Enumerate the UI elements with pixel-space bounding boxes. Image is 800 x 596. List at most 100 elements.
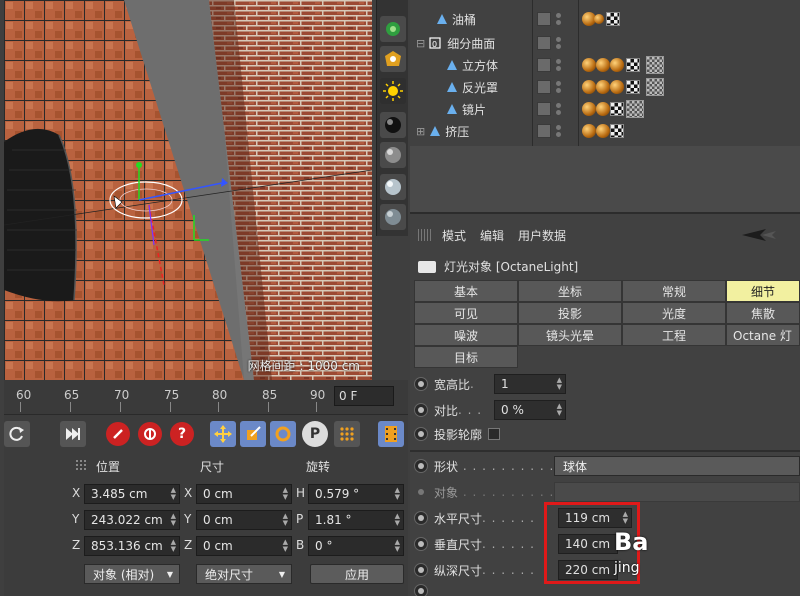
object-row-oil-barrel[interactable]: 油桶 <box>410 8 800 30</box>
tab-photometric[interactable]: 光度 <box>622 302 726 324</box>
menu-user-data[interactable]: 用户数据 <box>518 227 566 244</box>
visibility-dots[interactable] <box>556 35 562 51</box>
layer-toggle[interactable] <box>537 80 551 94</box>
material-tag-icon[interactable] <box>596 124 610 138</box>
film-strip-icon[interactable] <box>378 421 404 447</box>
render-tool-icon[interactable] <box>380 46 406 72</box>
current-frame-field[interactable]: 0 F <box>334 386 394 406</box>
animate-radio-icon[interactable] <box>414 563 428 577</box>
expand-toggle-icon[interactable]: ⊟ <box>416 37 425 50</box>
visibility-dots[interactable] <box>556 79 562 95</box>
texture-tag-icon[interactable] <box>610 124 624 138</box>
rotation-b-field[interactable]: 0 ° ▲ ▼ <box>308 536 404 556</box>
visibility-dots[interactable] <box>556 101 562 117</box>
object-row-extrude[interactable]: ⊞ 挤压 <box>410 120 800 142</box>
texture-tag-icon[interactable] <box>610 102 624 116</box>
material-tag-icon[interactable] <box>594 14 604 24</box>
go-to-end-icon[interactable] <box>60 421 86 447</box>
size-y-field[interactable]: 0 cm ▲ ▼ <box>196 510 292 530</box>
scale-tool-icon[interactable] <box>240 421 266 447</box>
size-x-field[interactable]: 0 cm ▲ ▼ <box>196 484 292 504</box>
texture-tag-icon[interactable] <box>606 12 620 26</box>
animate-radio-icon[interactable] <box>414 511 428 525</box>
sphere-glass-icon[interactable] <box>380 174 406 200</box>
tab-noise[interactable]: 噪波 <box>414 324 518 346</box>
material-tag-icon[interactable] <box>596 102 610 116</box>
apply-button[interactable]: 应用 <box>310 564 404 584</box>
position-x-field[interactable]: 3.485 cm ▲ ▼ <box>84 484 180 504</box>
back-arrow-icon[interactable] <box>740 228 780 242</box>
animate-radio-icon[interactable] <box>414 584 428 596</box>
octane-tool-icon[interactable] <box>380 16 406 42</box>
spinner-icon[interactable]: ▲ ▼ <box>395 513 400 527</box>
sphere-gray-icon[interactable] <box>380 142 406 168</box>
aspect-field[interactable]: 1 ▲ ▼ <box>494 374 566 394</box>
layer-toggle[interactable] <box>537 58 551 72</box>
animate-radio-icon[interactable] <box>414 537 428 551</box>
tab-target[interactable]: 目标 <box>414 346 518 368</box>
layer-toggle[interactable] <box>537 12 551 26</box>
material-tag-icon[interactable] <box>596 80 610 94</box>
object-row-subdivision-surface[interactable]: ⊟ 0 细分曲面 <box>410 32 800 54</box>
material-tag-icon[interactable] <box>582 80 596 94</box>
material-tag-icon[interactable] <box>596 58 610 72</box>
tab-coord[interactable]: 坐标 <box>518 280 622 302</box>
tab-lens-flare[interactable]: 镜头光晕 <box>518 324 622 346</box>
spinner-icon[interactable]: ▲ ▼ <box>283 513 288 527</box>
rotate-tool-icon[interactable] <box>270 421 296 447</box>
animate-radio-icon[interactable] <box>414 377 428 391</box>
texture-tag-icon[interactable] <box>626 58 640 72</box>
menu-mode[interactable]: 模式 <box>442 227 466 244</box>
animate-radio-icon[interactable] <box>414 403 428 417</box>
loop-icon[interactable] <box>4 421 30 447</box>
texture-tag-icon[interactable] <box>646 56 664 74</box>
spinner-icon[interactable]: ▲ ▼ <box>557 403 562 417</box>
texture-tag-icon[interactable] <box>646 78 664 96</box>
record-key-icon[interactable] <box>106 422 130 446</box>
rotation-h-field[interactable]: 0.579 ° ▲ ▼ <box>308 484 404 504</box>
material-tag-icon[interactable] <box>610 58 624 72</box>
material-tag-icon[interactable] <box>582 102 596 116</box>
visibility-dots[interactable] <box>556 123 562 139</box>
object-row-reflector[interactable]: 反光罩 <box>410 76 800 98</box>
layer-toggle[interactable] <box>537 124 551 138</box>
spinner-icon[interactable]: ▲ ▼ <box>395 487 400 501</box>
tab-basic[interactable]: 基本 <box>414 280 518 302</box>
size-z-field[interactable]: 0 cm ▲ ▼ <box>196 536 292 556</box>
spinner-icon[interactable]: ▲ ▼ <box>395 539 400 553</box>
size-mode-dropdown[interactable]: 绝对尺寸 ▼ <box>196 564 292 584</box>
position-y-field[interactable]: 243.022 cm ▲ ▼ <box>84 510 180 530</box>
parameter-mode-icon[interactable]: P <box>302 421 328 447</box>
tab-visibility[interactable]: 可见 <box>414 302 518 324</box>
object-manager-empty-area[interactable] <box>410 146 800 212</box>
tab-details[interactable]: 细节 <box>726 280 800 302</box>
3d-viewport[interactable]: 网格间距 : 1000 cm <box>4 0 372 380</box>
tab-general[interactable]: 常规 <box>622 280 726 302</box>
rotation-p-field[interactable]: 1.81 ° ▲ ▼ <box>308 510 404 530</box>
move-tool-icon[interactable] <box>210 421 236 447</box>
coordinate-mode-dropdown[interactable]: 对象 (相对) ▼ <box>84 564 180 584</box>
grid-dots-icon[interactable] <box>334 421 360 447</box>
position-z-field[interactable]: 853.136 cm ▲ ▼ <box>84 536 180 556</box>
layer-toggle[interactable] <box>537 102 551 116</box>
object-row-cube[interactable]: 立方体 <box>410 54 800 76</box>
spinner-icon[interactable]: ▲ ▼ <box>557 377 562 391</box>
keyframe-help-icon[interactable]: ? <box>170 422 194 446</box>
sphere-material-icon[interactable] <box>380 112 406 138</box>
visibility-dots[interactable] <box>556 57 562 73</box>
spinner-icon[interactable]: ▲ ▼ <box>171 487 176 501</box>
texture-tag-icon[interactable] <box>626 80 640 94</box>
shape-dropdown[interactable]: 球体 <box>554 456 800 476</box>
layer-toggle[interactable] <box>537 36 551 50</box>
material-tag-icon[interactable] <box>582 124 596 138</box>
expand-toggle-icon[interactable]: ⊞ <box>416 125 425 138</box>
animate-radio-icon[interactable] <box>414 459 428 473</box>
sphere-shade-icon[interactable] <box>380 204 406 230</box>
material-tag-icon[interactable] <box>610 80 624 94</box>
shadow-outline-checkbox[interactable] <box>488 428 501 440</box>
timeline-ruler[interactable]: 60 65 70 75 80 85 90 0 F <box>4 380 408 414</box>
contrast-field[interactable]: 0 % ▲ ▼ <box>494 400 566 420</box>
tab-caustics[interactable]: 焦散 <box>726 302 800 324</box>
tab-shadow[interactable]: 投影 <box>518 302 622 324</box>
spinner-icon[interactable]: ▲ ▼ <box>283 487 288 501</box>
